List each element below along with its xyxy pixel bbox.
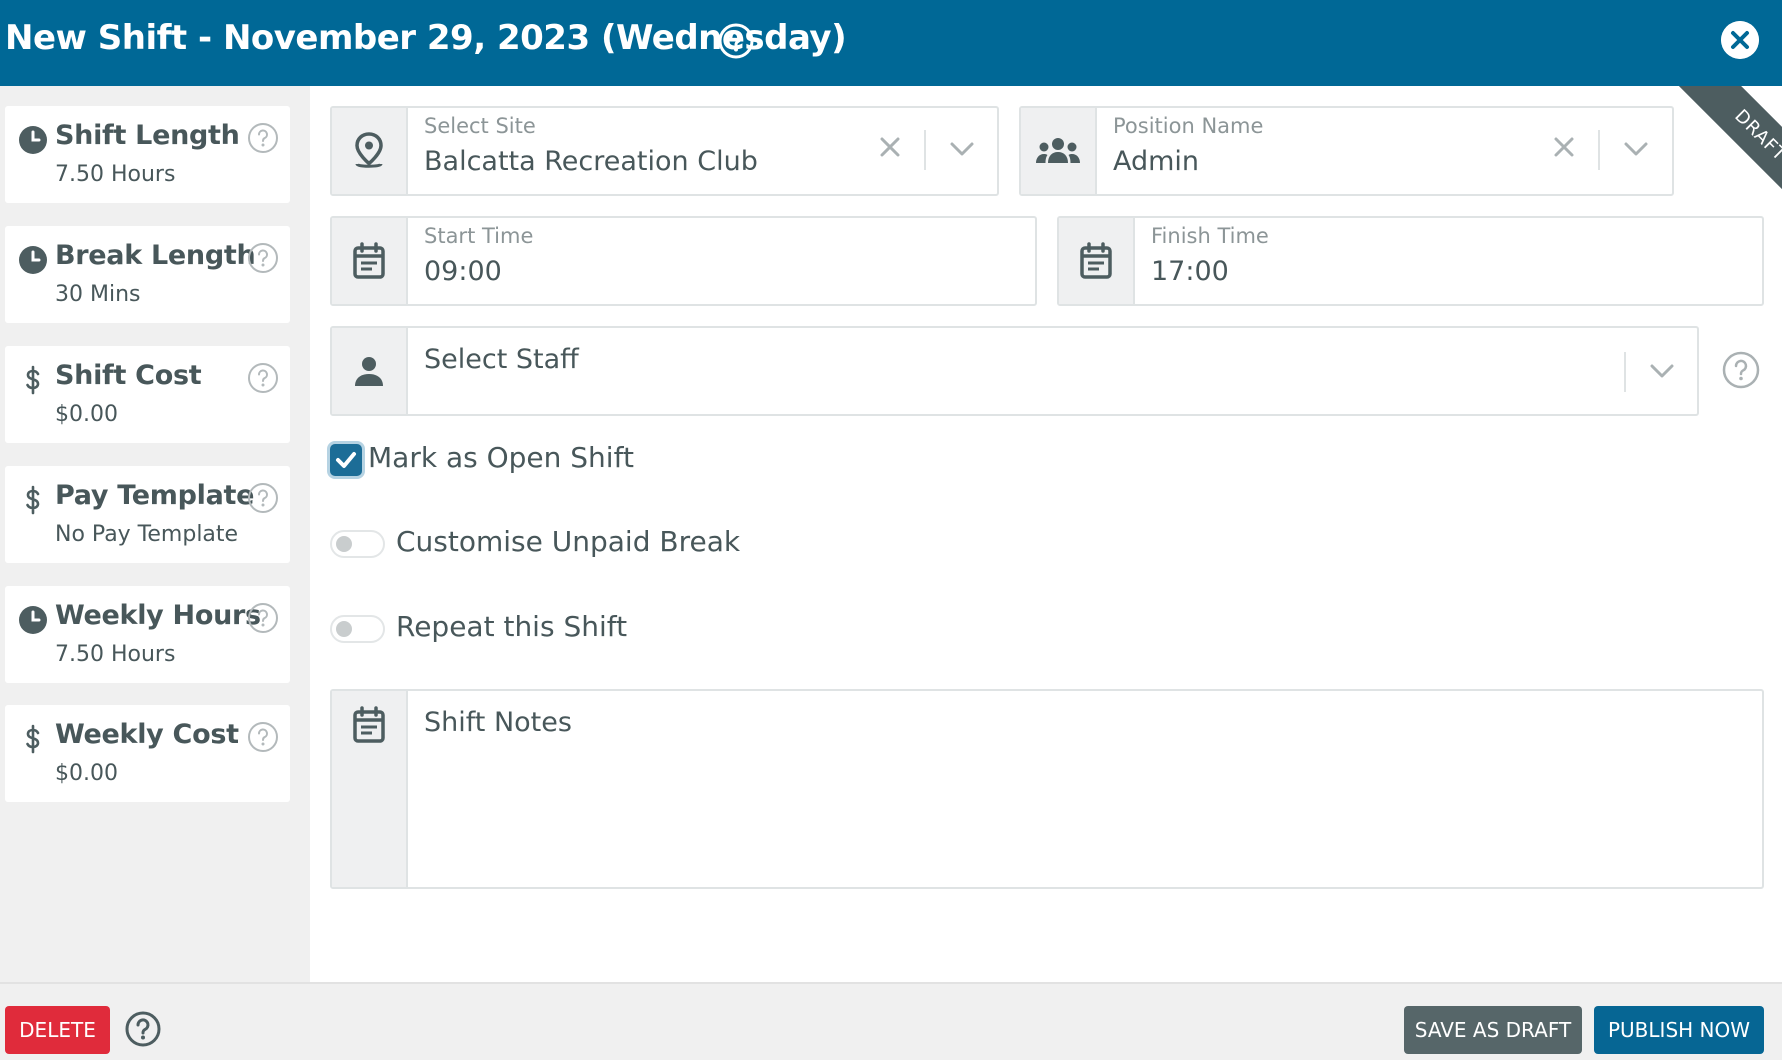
card-title: Weekly Hours (55, 600, 261, 631)
person-icon (355, 357, 383, 386)
unpaid-break-label[interactable]: Customise Unpaid Break (396, 525, 740, 558)
chevron-down-icon[interactable] (947, 137, 977, 161)
card-title: Weekly Cost (55, 719, 239, 750)
question-circle-icon[interactable] (124, 1010, 162, 1048)
start-time-addon (332, 218, 408, 304)
publish-now-button[interactable]: PUBLISH NOW (1594, 1006, 1764, 1054)
shift-notes-field[interactable]: Shift Notes (330, 689, 1764, 889)
delete-button[interactable]: DELETE (5, 1006, 110, 1054)
card-value: 30 Mins (55, 282, 141, 307)
card-title: Pay Template (55, 480, 255, 511)
clear-icon[interactable] (1551, 134, 1577, 160)
question-circle-icon[interactable] (717, 22, 755, 60)
finish-time-field[interactable]: Finish Time 17:00 (1057, 216, 1764, 306)
summary-card-break-length: Break Length 30 Mins (5, 226, 290, 323)
modal-footer: DELETE SAVE AS DRAFT PUBLISH NOW (0, 982, 1782, 1060)
start-time-label: Start Time (424, 224, 534, 248)
select-separator (1598, 130, 1600, 170)
clock-icon (19, 246, 47, 274)
dollar-icon (26, 365, 40, 395)
chevron-down-icon[interactable] (1647, 359, 1677, 383)
site-select[interactable]: Select Site Balcatta Recreation Club (330, 106, 999, 196)
card-title: Break Length (55, 240, 256, 271)
open-shift-checkbox[interactable] (330, 444, 362, 476)
card-value: 7.50 Hours (55, 642, 176, 667)
summary-card-weekly-hours: Weekly Hours 7.50 Hours (5, 586, 290, 683)
finish-time-value: 17:00 (1151, 256, 1229, 287)
card-value: $0.00 (55, 402, 118, 427)
users-icon (1036, 138, 1080, 163)
calendar-icon (1080, 242, 1112, 279)
clock-icon (19, 606, 47, 634)
select-separator (1624, 352, 1626, 392)
summary-card-weekly-cost: Weekly Cost $0.00 (5, 705, 290, 802)
save-as-draft-button[interactable]: SAVE AS DRAFT (1404, 1006, 1582, 1054)
card-title: Shift Cost (55, 360, 202, 391)
staff-select[interactable]: Select Staff (330, 326, 1699, 416)
card-title: Shift Length (55, 120, 240, 151)
question-circle-icon[interactable] (247, 242, 279, 274)
position-label: Position Name (1113, 114, 1264, 138)
clock-icon (19, 126, 47, 154)
clear-icon[interactable] (877, 134, 903, 160)
staff-placeholder: Select Staff (424, 344, 579, 375)
open-shift-label[interactable]: Mark as Open Shift (368, 441, 634, 474)
question-circle-icon[interactable] (247, 362, 279, 394)
position-select[interactable]: Position Name Admin (1019, 106, 1674, 196)
select-separator (924, 130, 926, 170)
question-circle-icon[interactable] (247, 721, 279, 753)
draft-ribbon-label: DRAFT (1673, 86, 1782, 223)
dollar-icon (26, 724, 40, 754)
checkmark-icon (336, 452, 356, 468)
summary-card-shift-cost: Shift Cost $0.00 (5, 346, 290, 443)
shift-summary-sidebar: Shift Length 7.50 Hours Break Length 30 … (0, 86, 310, 982)
toggle-knob (336, 621, 352, 637)
map-pin-icon (355, 132, 383, 168)
question-circle-icon[interactable] (1722, 351, 1760, 389)
start-time-field[interactable]: Start Time 09:00 (330, 216, 1037, 306)
repeat-shift-label[interactable]: Repeat this Shift (396, 610, 627, 643)
site-value: Balcatta Recreation Club (424, 146, 758, 177)
question-circle-icon[interactable] (247, 122, 279, 154)
position-value: Admin (1113, 146, 1200, 177)
start-time-value: 09:00 (424, 256, 502, 287)
notes-addon (332, 691, 408, 887)
dollar-icon (26, 485, 40, 515)
question-circle-icon[interactable] (247, 602, 279, 634)
card-value: 7.50 Hours (55, 162, 176, 187)
finish-time-label: Finish Time (1151, 224, 1269, 248)
calendar-icon (353, 706, 385, 743)
site-addon (332, 108, 408, 194)
summary-card-pay-template: Pay Template No Pay Template (5, 466, 290, 563)
unpaid-break-toggle[interactable] (330, 530, 385, 558)
repeat-shift-toggle[interactable] (330, 615, 385, 643)
close-icon[interactable] (1721, 21, 1759, 59)
staff-addon (332, 328, 408, 414)
finish-time-addon (1059, 218, 1135, 304)
card-value: $0.00 (55, 761, 118, 786)
site-label: Select Site (424, 114, 536, 138)
calendar-icon (353, 242, 385, 279)
question-circle-icon[interactable] (247, 482, 279, 514)
card-value: No Pay Template (55, 522, 239, 547)
position-addon (1021, 108, 1097, 194)
notes-placeholder: Shift Notes (424, 707, 572, 738)
summary-card-shift-length: Shift Length 7.50 Hours (5, 106, 290, 203)
toggle-knob (336, 536, 352, 552)
modal-header: New Shift - November 29, 2023 (Wednesday… (0, 0, 1782, 86)
draft-ribbon: DRAFT (1610, 86, 1782, 226)
